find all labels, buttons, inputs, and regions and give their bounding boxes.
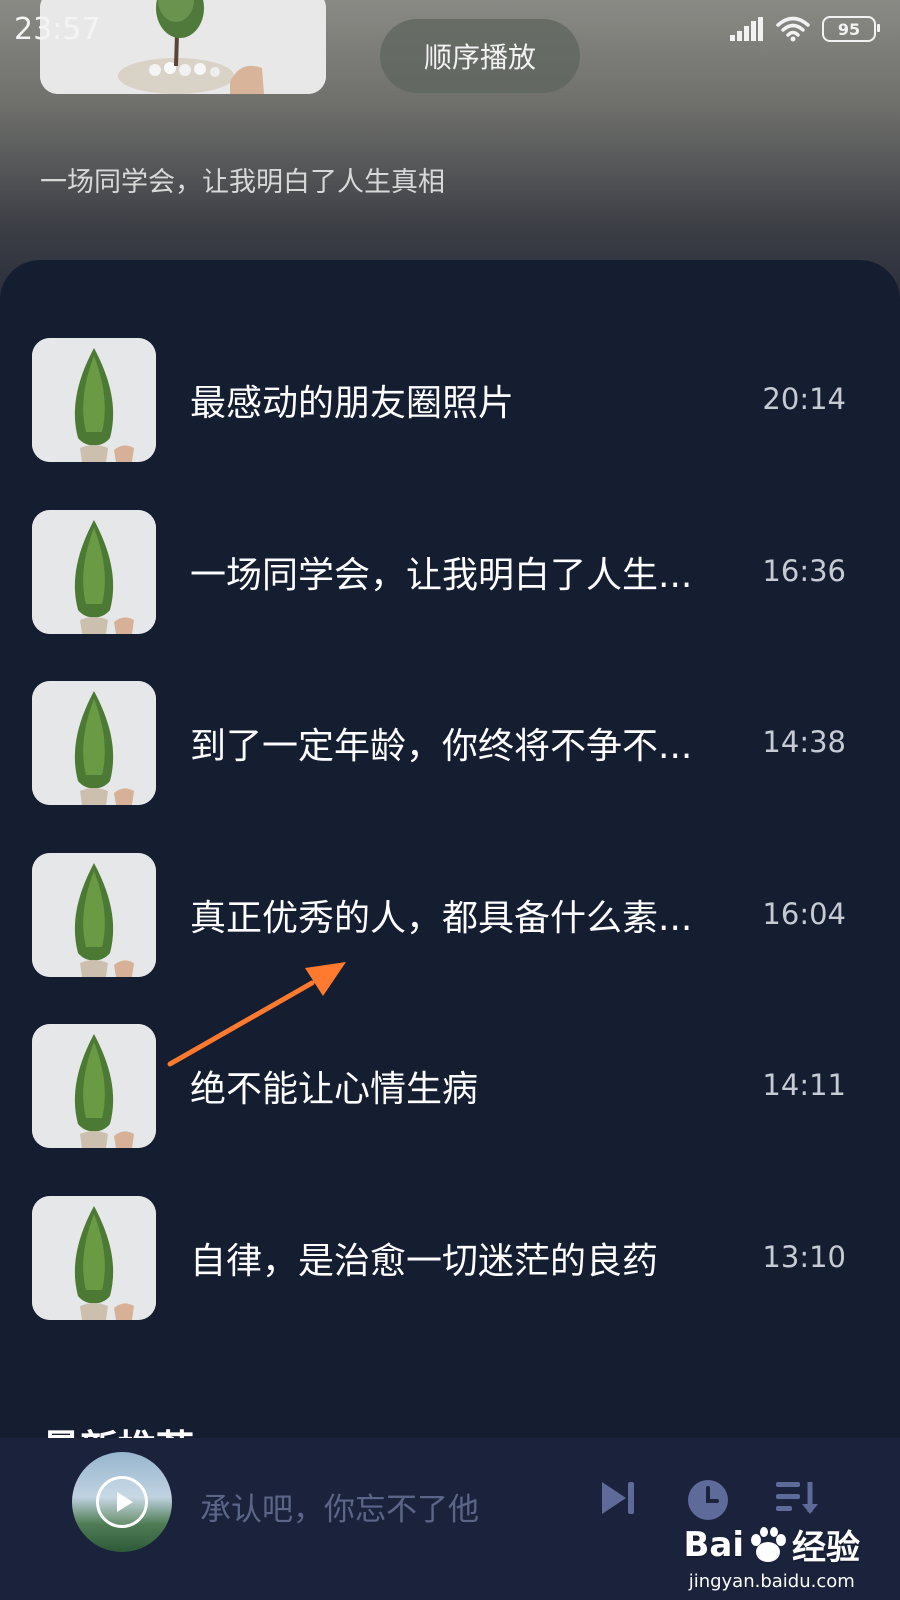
- status-time: 23:57: [14, 12, 101, 47]
- track-thumbnail: [32, 1196, 156, 1320]
- track-duration: 16:36: [762, 554, 846, 588]
- track-thumbnail: [32, 681, 156, 805]
- track-thumbnail: [32, 853, 156, 977]
- watermark-url: jingyan.baidu.com: [688, 1571, 855, 1592]
- track-item[interactable]: 真正优秀的人，都具备什么素... 16:04: [0, 853, 900, 977]
- track-duration: 20:14: [762, 382, 846, 416]
- track-thumbnail: [32, 1024, 156, 1148]
- battery-indicator: 95: [822, 16, 880, 42]
- track-item[interactable]: 绝不能让心情生病 14:11: [0, 1024, 900, 1148]
- wifi-icon: [776, 16, 810, 42]
- baidu-watermark: Bai 经验 jingyan.baidu.com: [683, 1520, 860, 1593]
- track-title: 最感动的朋友圈照片: [190, 383, 515, 424]
- paw-icon: [751, 1526, 786, 1562]
- track-item[interactable]: 最感动的朋友圈照片 20:14: [0, 338, 900, 462]
- status-icons: 95: [730, 16, 880, 42]
- track-thumbnail: [32, 338, 156, 462]
- album-description: 一场同学会，让我明白了人生真相: [40, 167, 445, 198]
- baidu-logo: Bai 经验: [683, 1520, 860, 1569]
- watermark-logo-text: Bai: [683, 1524, 744, 1565]
- status-bar: 23:57 95: [0, 0, 900, 64]
- track-duration: 14:11: [762, 1068, 846, 1102]
- track-item[interactable]: 自律，是治愈一切迷茫的良药 13:10: [0, 1196, 900, 1320]
- track-thumbnail: [32, 510, 156, 634]
- track-title: 真正优秀的人，都具备什么素...: [190, 898, 693, 939]
- playlist-icon[interactable]: [774, 1478, 820, 1518]
- play-icon[interactable]: [96, 1476, 148, 1528]
- track-duration: 14:38: [762, 725, 846, 759]
- track-title: 一场同学会，让我明白了人生...: [190, 555, 693, 596]
- track-title: 绝不能让心情生病: [190, 1069, 479, 1110]
- track-title: 到了一定年龄，你终将不争不...: [190, 726, 693, 767]
- track-item[interactable]: 一场同学会，让我明白了人生... 16:36: [0, 510, 900, 634]
- track-duration: 16:04: [762, 897, 846, 931]
- now-playing-cover[interactable]: [72, 1452, 172, 1552]
- now-playing-title[interactable]: 承认吧，你忘不了他: [200, 1484, 479, 1529]
- skip-next-icon[interactable]: [598, 1478, 638, 1518]
- track-duration: 13:10: [762, 1240, 846, 1274]
- watermark-logo-text-2: 经验: [792, 1528, 860, 1568]
- signal-icon: [730, 17, 763, 41]
- track-title: 自律，是治愈一切迷茫的良药: [190, 1241, 659, 1282]
- track-item[interactable]: 到了一定年龄，你终将不争不... 14:38: [0, 681, 900, 805]
- clock-icon[interactable]: [686, 1478, 730, 1522]
